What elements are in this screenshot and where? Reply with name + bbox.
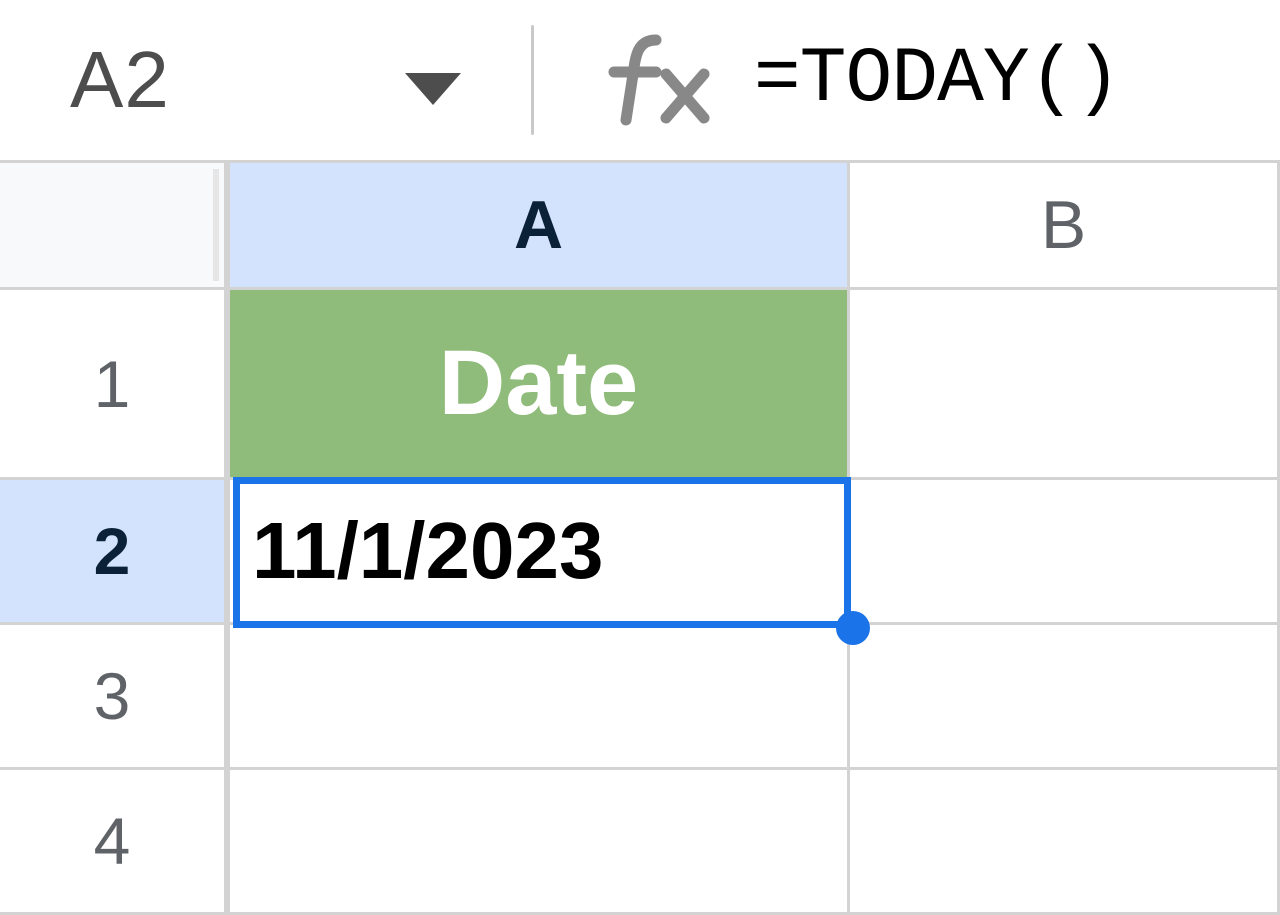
formula-input[interactable]: =TODAY() <box>754 36 1120 124</box>
cell-B2[interactable] <box>850 480 1280 622</box>
column-header-B[interactable]: B <box>850 163 1280 287</box>
row-4: 4 <box>0 770 1280 915</box>
name-box-value[interactable]: A2 <box>70 34 170 126</box>
row-header-3[interactable]: 3 <box>0 625 230 767</box>
cell-B1[interactable] <box>850 290 1280 477</box>
name-box[interactable]: A2 <box>70 34 461 126</box>
fx-icon[interactable] <box>604 34 714 126</box>
row-header-4[interactable]: 4 <box>0 770 230 912</box>
row-2: 2 11/1/2023 <box>0 480 1280 625</box>
row-header-2[interactable]: 2 <box>0 480 230 622</box>
row-header-1[interactable]: 1 <box>0 290 230 477</box>
column-header-A[interactable]: A <box>230 163 850 287</box>
select-all-corner[interactable] <box>0 163 230 287</box>
row-3: 3 <box>0 625 1280 770</box>
cell-A1[interactable]: Date <box>230 290 850 477</box>
formula-bar: A2 =TODAY() <box>0 0 1280 160</box>
cell-A4[interactable] <box>230 770 850 912</box>
row-1: 1 Date <box>0 290 1280 480</box>
spreadsheet-grid: A B 1 Date 2 11/1/2023 3 4 <box>0 160 1280 915</box>
column-headers: A B <box>0 160 1280 290</box>
cell-B4[interactable] <box>850 770 1280 912</box>
cell-A2-value: 11/1/2023 <box>252 505 603 597</box>
cell-A2[interactable]: 11/1/2023 <box>230 480 850 622</box>
cell-A3[interactable] <box>230 625 850 767</box>
chevron-down-icon[interactable] <box>405 73 461 107</box>
cell-B3[interactable] <box>850 625 1280 767</box>
formula-bar-divider <box>531 25 534 135</box>
fill-handle[interactable] <box>836 611 870 645</box>
